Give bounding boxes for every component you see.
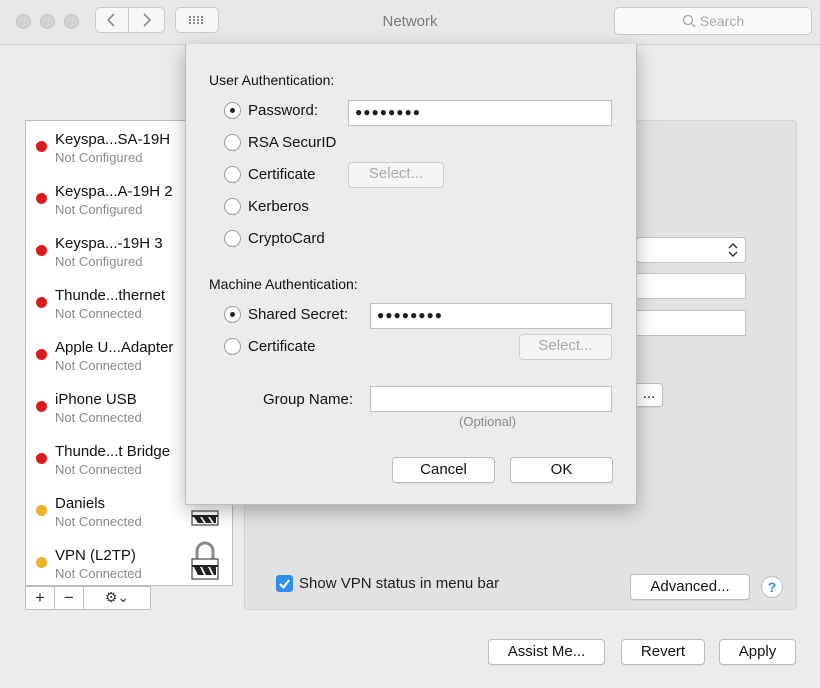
status-dot <box>36 297 47 308</box>
cryptocard-label: CryptoCard <box>248 230 325 247</box>
rsa-securid-label: RSA SecurID <box>248 134 337 151</box>
service-status: Not Configured <box>55 254 143 269</box>
title-bar: Network Search <box>0 0 820 45</box>
help-button[interactable]: ? <box>761 576 783 598</box>
vpn-lock-icon <box>191 510 219 526</box>
service-name: iPhone USB <box>55 391 137 408</box>
service-list-toolbar: + − ⚙⌄ <box>25 586 151 610</box>
group-name-label: Group Name: <box>263 391 354 408</box>
server-address-field[interactable] <box>636 273 746 299</box>
show-vpn-status-label: Show VPN status in menu bar <box>299 575 500 592</box>
ok-button[interactable]: OK <box>510 457 613 483</box>
machine-certificate-select-button[interactable]: Select... <box>519 334 612 360</box>
shared-secret-field[interactable]: ●●●●●●●● <box>370 303 612 329</box>
account-name-field[interactable] <box>636 310 746 336</box>
service-name: Keyspa...A-19H 2 <box>55 183 173 200</box>
show-vpn-status-checkbox[interactable] <box>276 575 293 592</box>
status-dot <box>36 505 47 516</box>
cancel-button[interactable]: Cancel <box>392 457 495 483</box>
shared-secret-label: Shared Secret: <box>248 306 349 323</box>
service-name: VPN (L2TP) <box>55 547 136 564</box>
remove-service-button[interactable]: − <box>54 586 84 610</box>
service-status: Not Connected <box>55 410 142 425</box>
add-service-button[interactable]: + <box>25 586 55 610</box>
machine-certificate-label: Certificate <box>248 338 316 355</box>
machine-certificate-radio[interactable] <box>224 338 241 355</box>
service-status: Not Connected <box>55 514 142 529</box>
shared-secret-radio[interactable] <box>224 306 241 323</box>
group-name-optional-hint: (Optional) <box>459 414 517 429</box>
checkmark-icon <box>279 579 290 590</box>
service-status: Not Connected <box>55 566 142 581</box>
service-name: Keyspa...-19H 3 <box>55 235 163 252</box>
password-radio-label: Password: <box>248 102 319 119</box>
service-actions-menu[interactable]: ⚙⌄ <box>83 586 151 610</box>
vpn-lock-icon <box>191 541 219 580</box>
password-radio[interactable] <box>224 102 241 119</box>
updown-chevron-icon <box>728 243 738 257</box>
user-certificate-select-button[interactable]: Select... <box>348 162 444 188</box>
group-name-field[interactable] <box>370 386 612 412</box>
advanced-button[interactable]: Advanced... <box>630 574 750 600</box>
configuration-popup[interactable] <box>636 237 746 263</box>
search-field[interactable]: Search <box>614 7 812 35</box>
rsa-securid-radio[interactable] <box>224 134 241 151</box>
service-name: Keyspa...SA-19H <box>55 131 171 148</box>
status-dot <box>36 557 47 568</box>
kerberos-label: Kerberos <box>248 198 309 215</box>
apply-button[interactable]: Apply <box>719 639 796 665</box>
service-name: Apple U...Adapter <box>55 339 174 356</box>
status-dot <box>36 141 47 152</box>
status-dot <box>36 401 47 412</box>
service-item-vpn-l2tp[interactable]: VPN (L2TP) Not Connected <box>26 537 232 585</box>
authentication-sheet: User Authentication: Password: ●●●●●●●● … <box>185 44 637 505</box>
service-status: Not Connected <box>55 462 142 477</box>
service-name: Daniels <box>55 495 106 512</box>
revert-button[interactable]: Revert <box>621 639 705 665</box>
status-dot <box>36 349 47 360</box>
service-status: Not Configured <box>55 202 143 217</box>
authentication-settings-button[interactable]: ... <box>636 383 663 407</box>
kerberos-radio[interactable] <box>224 198 241 215</box>
status-dot <box>36 193 47 204</box>
status-dot <box>36 453 47 464</box>
cryptocard-radio[interactable] <box>224 230 241 247</box>
machine-authentication-heading: Machine Authentication: <box>209 276 358 292</box>
search-placeholder: Search <box>699 13 745 29</box>
service-status: Not Connected <box>55 358 142 373</box>
user-certificate-label: Certificate <box>248 166 316 183</box>
password-field[interactable]: ●●●●●●●● <box>348 100 612 126</box>
service-status: Not Configured <box>55 150 143 165</box>
service-name: Thunde...t Bridge <box>55 443 171 460</box>
status-dot <box>36 245 47 256</box>
user-authentication-heading: User Authentication: <box>209 72 335 88</box>
service-status: Not Connected <box>55 306 142 321</box>
user-certificate-radio[interactable] <box>224 166 241 183</box>
service-name: Thunde...thernet <box>55 287 166 304</box>
assist-me-button[interactable]: Assist Me... <box>488 639 605 665</box>
search-icon <box>682 14 696 28</box>
